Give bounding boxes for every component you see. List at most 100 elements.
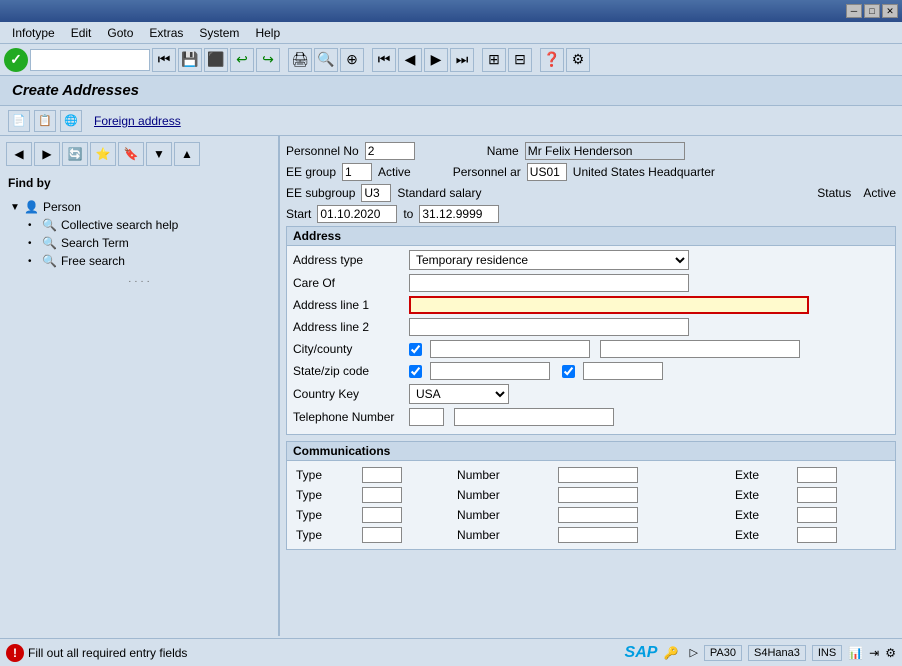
zip-checkbox[interactable]: [562, 365, 575, 378]
personnel-no-input[interactable]: [365, 142, 415, 160]
status-text: Fill out all required entry fields: [28, 646, 187, 660]
name-input[interactable]: [525, 142, 685, 160]
nav-forward-button[interactable]: ↪: [256, 48, 280, 72]
care-of-label: Care Of: [293, 276, 403, 290]
nav-bookmark-btn[interactable]: 🔖: [118, 142, 144, 166]
close-button[interactable]: ✕: [882, 4, 898, 18]
print-button[interactable]: 🖨: [288, 48, 312, 72]
ee-group-input[interactable]: [342, 163, 372, 181]
menu-infotype[interactable]: Infotype: [4, 24, 63, 42]
nav-refresh-btn[interactable]: 🔄: [62, 142, 88, 166]
find-button[interactable]: 🔍: [314, 48, 338, 72]
city-input[interactable]: [430, 340, 590, 358]
comm-number-input-2[interactable]: [558, 487, 638, 503]
prev-page-button[interactable]: ◀: [398, 48, 422, 72]
menu-goto[interactable]: Goto: [99, 24, 141, 42]
last-page-button[interactable]: ⏭: [450, 48, 474, 72]
comm-type-input-4[interactable]: [362, 527, 402, 543]
address-type-select[interactable]: Temporary residence: [409, 250, 689, 270]
comm-exte-input-3[interactable]: [797, 507, 837, 523]
state-input[interactable]: [430, 362, 550, 380]
comm-exte-label-2: Exte: [735, 488, 759, 502]
screen-layout2-button[interactable]: ⊟: [508, 48, 532, 72]
tree-search-term[interactable]: • 🔍 Search Term: [24, 234, 272, 252]
status-chart-icon: 📊: [848, 646, 863, 660]
city-county-label: City/county: [293, 342, 403, 356]
menu-system[interactable]: System: [191, 24, 247, 42]
country-key-select[interactable]: USA: [409, 384, 509, 404]
comm-type-label-4: Type: [296, 528, 322, 542]
comm-type-input-1[interactable]: [362, 467, 402, 483]
foreign-address-link[interactable]: Foreign address: [86, 114, 181, 128]
tree-person[interactable]: ▼ 👤 Person: [6, 198, 272, 216]
nav-up-btn[interactable]: ▲: [174, 142, 200, 166]
tree-person-children: • 🔍 Collective search help • 🔍 Search Te…: [6, 216, 272, 270]
save-button[interactable]: 💾: [178, 48, 202, 72]
nav-down-btn[interactable]: ▼: [146, 142, 172, 166]
menu-edit[interactable]: Edit: [63, 24, 100, 42]
communications-table: Type Number Exte Type Number: [293, 465, 889, 545]
subtool-btn2[interactable]: 📋: [34, 110, 56, 132]
telephone-num-input[interactable]: [454, 408, 614, 426]
subtool-btn3[interactable]: 🌐: [60, 110, 82, 132]
tree-collective-search[interactable]: • 🔍 Collective search help: [24, 216, 272, 234]
screen-layout-button[interactable]: ⊞: [482, 48, 506, 72]
ee-subgroup-input[interactable]: [361, 184, 391, 202]
address-line2-input[interactable]: [409, 318, 689, 336]
comm-number-input-3[interactable]: [558, 507, 638, 523]
comm-number-input-4[interactable]: [558, 527, 638, 543]
comm-number-label-2: Number: [457, 488, 500, 502]
end-date-input[interactable]: [419, 205, 499, 223]
state-checkbox[interactable]: [409, 365, 422, 378]
left-panel: ◀ ▶ 🔄 ⭐ 🔖 ▼ ▲ Find by ▼ 👤 Person • 🔍 Col…: [0, 136, 280, 636]
back-begin-button[interactable]: ⏮: [152, 48, 176, 72]
menu-extras[interactable]: Extras: [141, 24, 191, 42]
to-label: to: [403, 207, 413, 221]
comm-exte-input-1[interactable]: [797, 467, 837, 483]
country-key-label: Country Key: [293, 387, 403, 401]
maximize-button[interactable]: □: [864, 4, 880, 18]
tree-dot3: •: [28, 256, 38, 267]
tree-expand-icon: ▼: [10, 202, 20, 213]
nav-star-btn[interactable]: ⭐: [90, 142, 116, 166]
minimize-button[interactable]: ─: [846, 4, 862, 18]
communications-body: Type Number Exte Type Number: [287, 461, 895, 549]
find-next-button[interactable]: ⊕: [340, 48, 364, 72]
zip-input[interactable]: [583, 362, 663, 380]
nav-back-button[interactable]: ↩: [230, 48, 254, 72]
stop-button[interactable]: ⬛: [204, 48, 228, 72]
search-term-icon: 🔍: [42, 236, 57, 250]
subtool-btn1[interactable]: 📄: [8, 110, 30, 132]
comm-exte-input-4[interactable]: [797, 527, 837, 543]
telephone-label: Telephone Number: [293, 410, 403, 424]
personnel-ar-input[interactable]: [527, 163, 567, 181]
address-line1-row: Address line 1: [293, 296, 889, 314]
nav-forward-btn[interactable]: ▶: [34, 142, 60, 166]
settings-button[interactable]: ⚙: [566, 48, 590, 72]
nav-back-btn[interactable]: ◀: [6, 142, 32, 166]
county-input[interactable]: [600, 340, 800, 358]
comm-type-input-2[interactable]: [362, 487, 402, 503]
standard-salary-label: Standard salary: [397, 186, 481, 200]
person-icon: 👤: [24, 200, 39, 214]
telephone-ext-input[interactable]: [409, 408, 444, 426]
city-county-checkbox[interactable]: [409, 343, 422, 356]
command-input[interactable]: [30, 49, 150, 71]
menu-help[interactable]: Help: [247, 24, 288, 42]
toolbar-sep1: [282, 48, 286, 72]
tree-free-search[interactable]: • 🔍 Free search: [24, 252, 272, 270]
status-bar: ! Fill out all required entry fields SAP…: [0, 638, 902, 666]
care-of-input[interactable]: [409, 274, 689, 292]
comm-number-input-1[interactable]: [558, 467, 638, 483]
comm-number-label-3: Number: [457, 508, 500, 522]
address-line1-input[interactable]: [409, 296, 809, 314]
comm-type-input-3[interactable]: [362, 507, 402, 523]
first-page-button[interactable]: ⏮: [372, 48, 396, 72]
comm-exte-input-2[interactable]: [797, 487, 837, 503]
help-button[interactable]: ❓: [540, 48, 564, 72]
comm-number-label-4: Number: [457, 528, 500, 542]
start-date-input[interactable]: [317, 205, 397, 223]
next-page-button[interactable]: ▶: [424, 48, 448, 72]
state-zip-label: State/zip code: [293, 364, 403, 378]
confirm-button[interactable]: ✓: [4, 48, 28, 72]
